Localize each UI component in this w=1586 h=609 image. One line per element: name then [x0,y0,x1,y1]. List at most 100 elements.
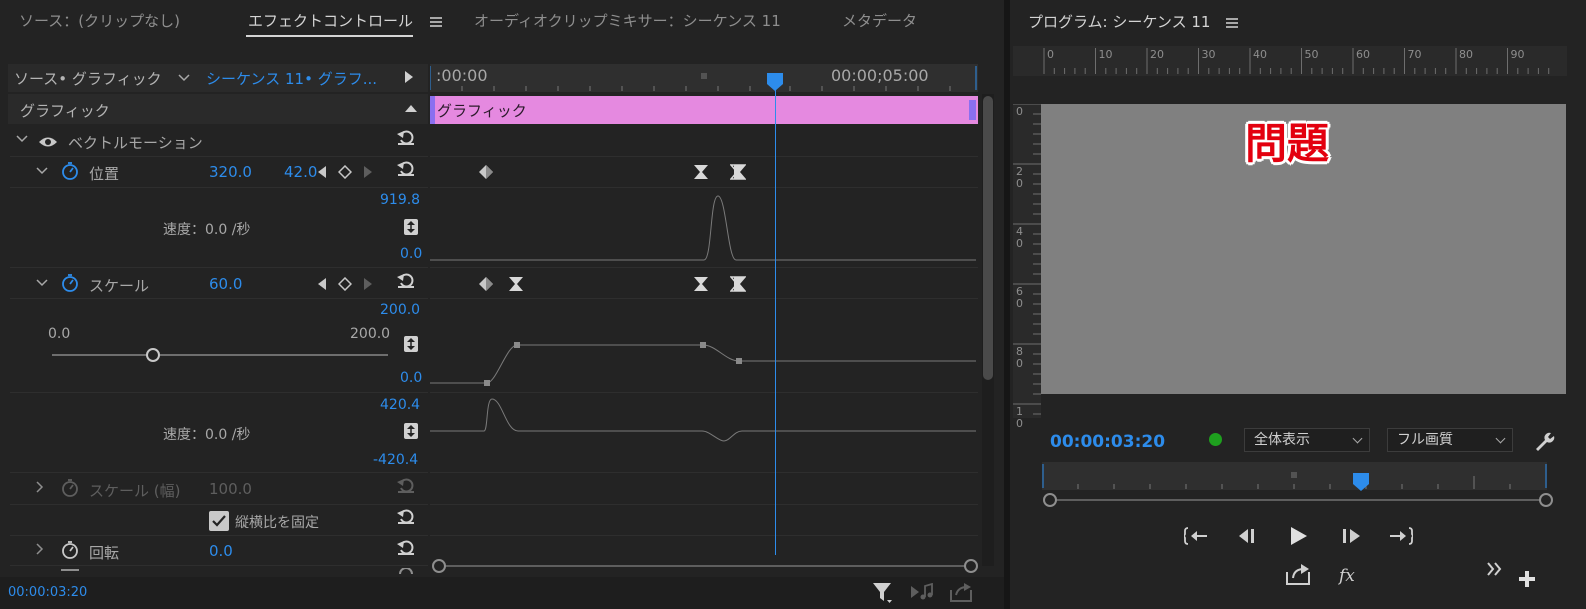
position-x-value[interactable]: 320.0 [209,163,252,181]
scale-width-value: 100.0 [209,480,252,498]
reset-icon [399,568,413,574]
pasteboard [1013,76,1567,104]
stopwatch-icon [61,569,79,571]
checkmark-icon [212,515,226,527]
ruler-label: 4 0 [1016,225,1023,250]
horizontal-scrollbar[interactable] [436,565,976,567]
keyframe-diamond[interactable] [478,276,494,292]
expand-timeline-icon[interactable] [404,70,414,84]
add-keyframe-icon[interactable] [338,165,352,179]
quality-dropdown[interactable]: フル画質 [1387,428,1513,452]
play-icon[interactable] [1290,526,1308,546]
scale-value[interactable]: 60.0 [209,275,242,293]
scale-slider-track[interactable] [52,354,388,356]
step-back-icon[interactable] [1238,528,1258,544]
status-dot [1209,433,1222,446]
effect-controls-panel: ソース：(クリップなし) エフェクトコントロール オーディオクリップミキサー：シ… [0,0,1004,609]
ruler-label: 2 0 [1016,165,1023,190]
tab-source[interactable]: ソース：(クリップなし) [19,10,180,31]
ruler-label: 8 0 [1016,345,1023,370]
tab-audio-clip-mixer[interactable]: オーディオクリップミキサー：シーケンス 11 [474,10,781,31]
add-keyframe-icon[interactable] [338,277,352,291]
prev-keyframe-icon[interactable] [317,165,327,179]
program-scrollbar[interactable] [1056,499,1546,501]
vertical-scrollbar-thumb[interactable] [983,96,993,380]
keyframe-hourglass[interactable] [693,164,709,180]
eye-icon[interactable] [38,135,58,149]
overlay-title-text[interactable]: 問題 [1245,110,1329,171]
keyframe-hourglass[interactable] [730,276,746,292]
export-frame-icon[interactable] [1286,563,1310,585]
chevron-down-icon[interactable] [36,279,48,287]
go-to-in-icon[interactable] [1184,527,1208,545]
position-velocity-label: 速度：0.0 /秒 [163,222,251,238]
graph-resize-icon[interactable] [404,219,418,235]
scale-velocity-max: 420.4 [380,397,421,413]
program-scroll-end-handle[interactable] [1539,493,1553,507]
source-clip-label[interactable]: ソース• グラフィック [14,68,162,89]
position-y-value[interactable]: 42.0 [284,163,317,181]
reset-icon[interactable] [397,129,415,145]
reset-icon[interactable] [397,508,415,524]
position-velocity-graph [430,195,976,261]
scale-label: スケール [89,277,150,295]
chevron-down-icon[interactable] [16,135,28,143]
position-graph-max: 919.8 [380,192,421,208]
graph-resize-icon[interactable] [404,336,418,352]
stopwatch-icon [62,479,78,497]
stopwatch-icon[interactable] [61,162,79,180]
scale-value-graph [430,342,976,386]
prev-keyframe-icon[interactable] [317,277,327,291]
panel-menu-icon[interactable] [1226,18,1238,28]
next-keyframe-icon[interactable] [363,277,373,291]
keyframe-hourglass[interactable] [508,276,524,292]
next-keyframe-icon[interactable] [363,165,373,179]
more-controls-icon[interactable] [1487,562,1503,576]
program-timecode[interactable]: 00:00:03:20 [1050,432,1165,452]
horizontal-scroll-start-handle[interactable] [432,559,446,573]
stopwatch-icon[interactable] [61,541,79,559]
wrench-icon[interactable] [1534,430,1556,452]
clip-in-handle[interactable] [430,96,435,124]
reset-icon[interactable] [397,539,415,555]
scale-slider-min: 0.0 [48,326,71,342]
tab-effect-controls[interactable]: エフェクトコントロール [248,10,413,31]
step-forward-icon[interactable] [1341,528,1361,544]
chevron-down-icon[interactable] [36,167,48,175]
ruler-label: 30 [1201,48,1216,61]
uniform-scale-checkbox[interactable] [209,511,229,531]
zoom-dropdown[interactable]: 全体表示 [1244,428,1370,452]
program-scroll-start-handle[interactable] [1043,493,1057,507]
reset-icon[interactable] [397,272,415,288]
ruler-label: 10 [1098,48,1113,61]
keyframe-hourglass[interactable] [693,276,709,292]
footer-timecode: 00:00:03:20 [8,585,88,600]
chevron-right-icon[interactable] [36,543,44,555]
panel-menu-icon[interactable] [430,17,442,27]
playhead-handle[interactable] [766,72,784,92]
program-playhead-handle[interactable] [1352,472,1370,492]
stopwatch-icon[interactable] [61,274,79,292]
sequence-clip-label[interactable]: シーケンス 11• グラフ... [206,68,377,89]
program-title[interactable]: プログラム: シーケンス 11 [1028,11,1210,32]
program-monitor-panel: プログラム: シーケンス 11 0 10 20 30 40 50 60 70 80 90 0 2 0… [1010,0,1586,609]
horizontal-scroll-end-handle[interactable] [964,559,978,573]
chevron-down-icon[interactable] [178,74,190,82]
fx-icon[interactable]: fx [1338,565,1360,585]
chevron-right-icon[interactable] [36,481,44,493]
rotation-value[interactable]: 0.0 [209,542,233,560]
clip-out-handle[interactable] [969,100,976,120]
scale-slider-thumb[interactable] [145,348,160,362]
filter-icon[interactable] [872,582,892,604]
keyframe-hourglass[interactable] [730,164,746,180]
reset-icon[interactable] [397,160,415,176]
scale-graph-max: 200.0 [380,302,421,318]
add-button-icon[interactable] [1518,570,1536,588]
go-to-out-icon[interactable] [1389,527,1413,545]
top-ruler-labels: 0 10 20 30 40 50 60 70 80 90 [1040,46,1560,76]
scale-velocity-label: 速度：0.0 /秒 [163,427,251,443]
graph-resize-icon[interactable] [404,423,418,439]
collapse-section-icon[interactable] [404,104,418,113]
tab-metadata[interactable]: メタデータ [842,10,917,31]
keyframe-diamond[interactable] [478,164,494,180]
